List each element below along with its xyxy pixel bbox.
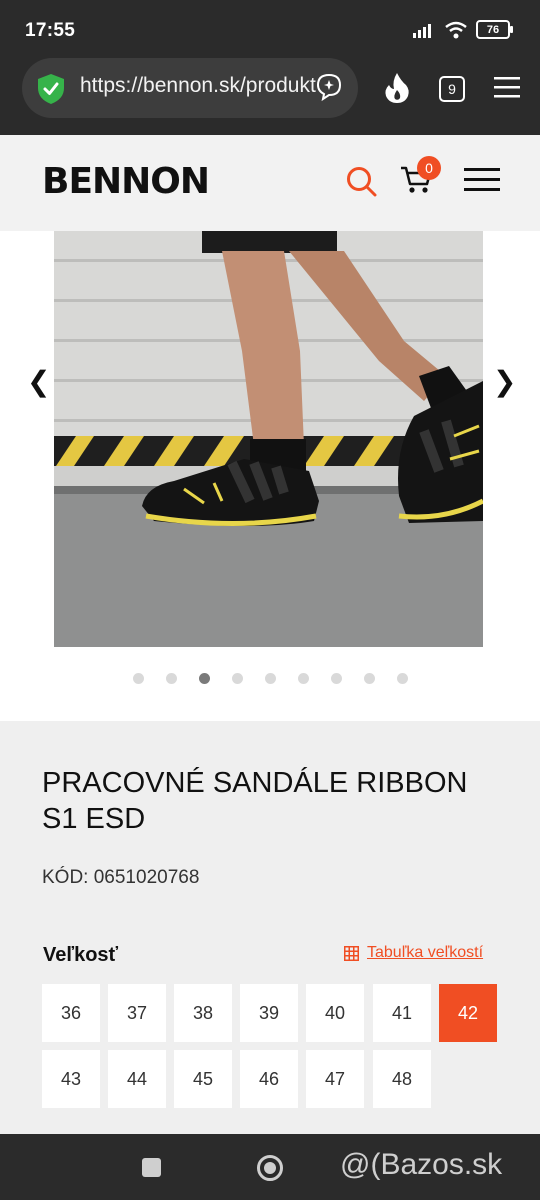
url-text[interactable]: https://bennon.sk/produkt <box>80 74 324 104</box>
size-option[interactable]: 47 <box>306 1050 364 1108</box>
cart-count-badge: 0 <box>417 156 441 180</box>
size-option[interactable]: 45 <box>174 1050 232 1108</box>
browser-menu-icon[interactable] <box>494 76 520 98</box>
size-label: Veľkosť <box>43 944 119 966</box>
tabs-button[interactable]: 9 <box>439 76 465 102</box>
signal-icon <box>413 23 431 38</box>
status-time: 17:55 <box>25 20 76 41</box>
site-header: BENNON 0 <box>0 135 540 231</box>
size-option[interactable]: 36 <box>42 984 100 1042</box>
gallery-dot[interactable] <box>232 673 243 684</box>
gallery-dot[interactable] <box>166 673 177 684</box>
watermark: @(Bazos.sk <box>340 1148 503 1181</box>
product-title: PRACOVNÉ SANDÁLE RIBBON S1 ESD <box>42 767 468 835</box>
flame-icon[interactable] <box>383 72 411 104</box>
product-gallery: ❮ ❯ <box>0 231 540 721</box>
size-option[interactable]: 43 <box>42 1050 100 1108</box>
gallery-dot[interactable] <box>298 673 309 684</box>
gallery-dot[interactable] <box>364 673 375 684</box>
search-icon[interactable] <box>345 165 377 197</box>
status-bar: 17:55 76 <box>0 0 540 58</box>
gallery-dot[interactable] <box>397 673 408 684</box>
size-table-link[interactable]: Tabuľka veľkostí <box>344 944 483 962</box>
shield-check-icon <box>38 74 64 104</box>
size-option[interactable]: 38 <box>174 984 232 1042</box>
gallery-dot[interactable] <box>265 673 276 684</box>
gallery-next-button[interactable]: ❯ <box>493 365 516 398</box>
size-table-link-label[interactable]: Tabuľka veľkostí <box>367 944 483 962</box>
gallery-dot[interactable] <box>331 673 342 684</box>
product-image <box>54 231 483 647</box>
address-bar[interactable]: https://bennon.sk/produkt <box>22 58 358 118</box>
hamburger-menu-icon[interactable] <box>464 167 500 193</box>
size-option[interactable]: 37 <box>108 984 166 1042</box>
site-logo[interactable]: BENNON <box>42 161 210 202</box>
battery-icon: 76 <box>476 20 513 39</box>
size-option[interactable]: 39 <box>240 984 298 1042</box>
table-grid-icon <box>344 945 359 961</box>
recents-button[interactable] <box>142 1158 161 1177</box>
product-code: KÓD: 0651020768 <box>42 867 200 888</box>
home-button[interactable] <box>257 1155 283 1181</box>
size-option-selected[interactable]: 42 <box>439 984 497 1042</box>
size-option[interactable]: 41 <box>373 984 431 1042</box>
gallery-pagination <box>133 673 408 684</box>
size-option[interactable]: 46 <box>240 1050 298 1108</box>
browser-toolbar: https://bennon.sk/produkt 9 <box>0 58 540 135</box>
product-photo[interactable] <box>54 231 483 647</box>
assistant-sparkle-icon[interactable] <box>314 72 344 102</box>
size-option[interactable]: 44 <box>108 1050 166 1108</box>
gallery-dot-active[interactable] <box>199 673 210 684</box>
size-option[interactable]: 40 <box>306 984 364 1042</box>
status-icons: 76 <box>412 20 513 39</box>
system-navigation-bar: @(Bazos.sk <box>0 1134 540 1200</box>
size-option[interactable]: 48 <box>373 1050 431 1108</box>
gallery-prev-button[interactable]: ❮ <box>27 365 50 398</box>
wifi-icon <box>445 21 467 38</box>
gallery-dot[interactable] <box>133 673 144 684</box>
